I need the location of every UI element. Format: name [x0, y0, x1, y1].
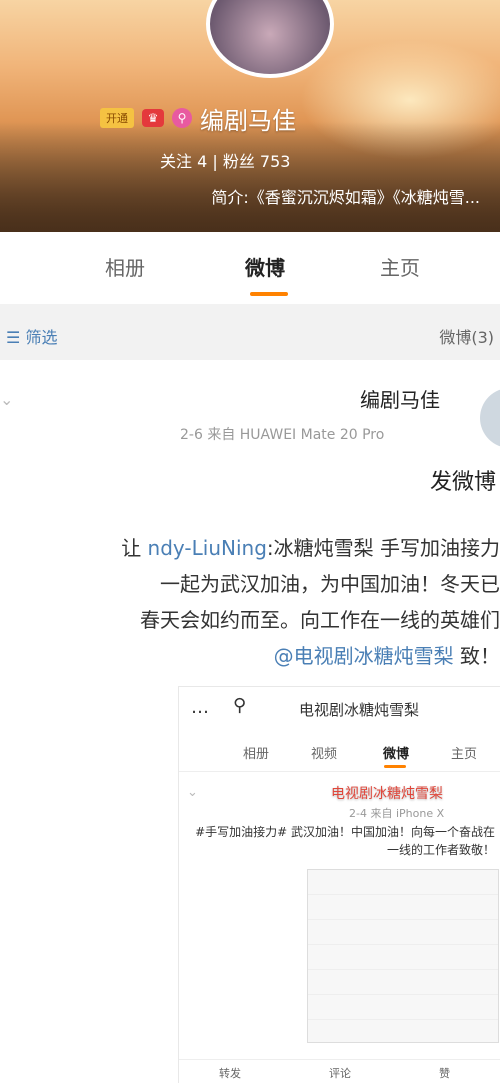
embed-post: ⌄ 电视剧冰糖炖雪梨 2-4 来自 iPhone X #手写加油接力# 武汉加油…	[179, 779, 500, 1083]
more-icon[interactable]: …	[191, 697, 209, 718]
header-mountains	[0, 122, 500, 232]
tab-album[interactable]: 相册	[105, 252, 145, 281]
vip-badge[interactable]: 开通	[100, 108, 134, 128]
embed-post-meta: 2-4 来自 iPhone X	[349, 807, 445, 820]
embed-share[interactable]: 转发	[219, 1065, 241, 1081]
handwritten-note-image[interactable]	[307, 869, 499, 1043]
embed-tabs: 相册 视频 微博 主页	[179, 731, 500, 772]
profile-name-row: 开通 ♛ ⚲ 编剧马佳	[100, 100, 400, 136]
tab-weibo[interactable]: 微博	[245, 252, 285, 281]
post-body-text-1: :冰糖炖雪梨 手写加油接力	[266, 536, 500, 560]
embed-action-bar: 转发 评论 赞	[179, 1059, 500, 1083]
post-author-avatar[interactable]	[480, 388, 500, 448]
embed-tab-album[interactable]: 相册	[243, 743, 269, 762]
post-card[interactable]: 编剧马佳 2-6 来自 HUAWEI Mate 20 Pro ⌄ 发微博 让 n…	[0, 360, 500, 1083]
embed-post-author[interactable]: 电视剧冰糖炖雪梨	[331, 783, 443, 803]
post-body-prefix: 让	[121, 536, 142, 560]
embed-like[interactable]: 赞	[439, 1065, 450, 1081]
post-body-line-1: 让 ndy-LiuNing:冰糖炖雪梨 手写加油接力	[0, 530, 500, 566]
profile-tabs: 相册 微博 主页	[0, 232, 500, 304]
tab-home[interactable]: 主页	[380, 252, 420, 281]
embed-comment[interactable]: 评论	[329, 1065, 351, 1081]
embed-title: 电视剧冰糖炖雪梨	[299, 701, 420, 719]
embed-tab-video[interactable]: 视频	[311, 743, 337, 762]
profile-stats[interactable]: 关注 4 | 粉丝 753	[160, 148, 290, 172]
embed-top-bar: … ⚲ 电视剧冰糖炖雪梨	[179, 687, 500, 732]
chevron-down-icon[interactable]: ⌄	[0, 390, 13, 409]
filter-label: 筛选	[25, 328, 58, 347]
filter-bar: ☰ 筛选 微博(3)	[0, 312, 500, 360]
embed-post-text: #手写加油接力# 武汉加油！中国加油！向每一个奋战在一线的工作者致敬！	[195, 825, 495, 857]
crown-icon: ♛	[142, 109, 164, 127]
post-title: 发微博	[430, 470, 497, 495]
post-mention-link[interactable]: @电视剧冰糖炖雪梨	[274, 644, 454, 668]
embed-tab-home[interactable]: 主页	[451, 743, 477, 762]
profile-intro[interactable]: 简介:《香蜜沉沉烬如霜》《冰糖炖雪...	[100, 184, 480, 208]
post-body-line-3: 春天会如约而至。向工作在一线的英雄们	[140, 608, 500, 632]
filter-button[interactable]: ☰ 筛选	[6, 324, 57, 348]
search-icon[interactable]: ⚲	[233, 695, 246, 716]
active-tab-indicator	[250, 292, 288, 296]
profile-avatar[interactable]	[206, 0, 334, 78]
embedded-screenshot[interactable]: … ⚲ 电视剧冰糖炖雪梨 相册 视频 微博 主页 ⌄ 电视剧冰糖炖雪梨 2-4 …	[178, 686, 500, 1083]
post-meta: 2-6 来自 HUAWEI Mate 20 Pro	[180, 427, 385, 443]
post-body-end: 致！	[460, 644, 500, 668]
post-body-line-2: 一起为武汉加油，为中国加油！冬天已	[160, 572, 500, 596]
weibo-count: 微博(3)	[439, 328, 494, 347]
filter-icon: ☰	[6, 328, 21, 347]
post-user-link[interactable]: ndy-LiuNing	[148, 536, 267, 560]
post-author-name[interactable]: 编剧马佳	[360, 384, 440, 413]
embed-active-tab-indicator	[384, 765, 406, 768]
chevron-down-icon[interactable]: ⌄	[187, 785, 198, 800]
embed-tab-weibo[interactable]: 微博	[383, 743, 409, 762]
post-body-line-4: @电视剧冰糖炖雪梨 致！	[0, 638, 500, 674]
profile-name: 编剧马佳	[200, 106, 296, 135]
search-icon[interactable]: ⚲	[172, 108, 192, 128]
post-body: 让 ndy-LiuNing:冰糖炖雪梨 手写加油接力 一起为武汉加油，为中国加油…	[0, 530, 500, 674]
profile-header: 开通 ♛ ⚲ 编剧马佳 关注 4 | 粉丝 753 简介:《香蜜沉沉烬如霜》《冰…	[0, 0, 500, 232]
